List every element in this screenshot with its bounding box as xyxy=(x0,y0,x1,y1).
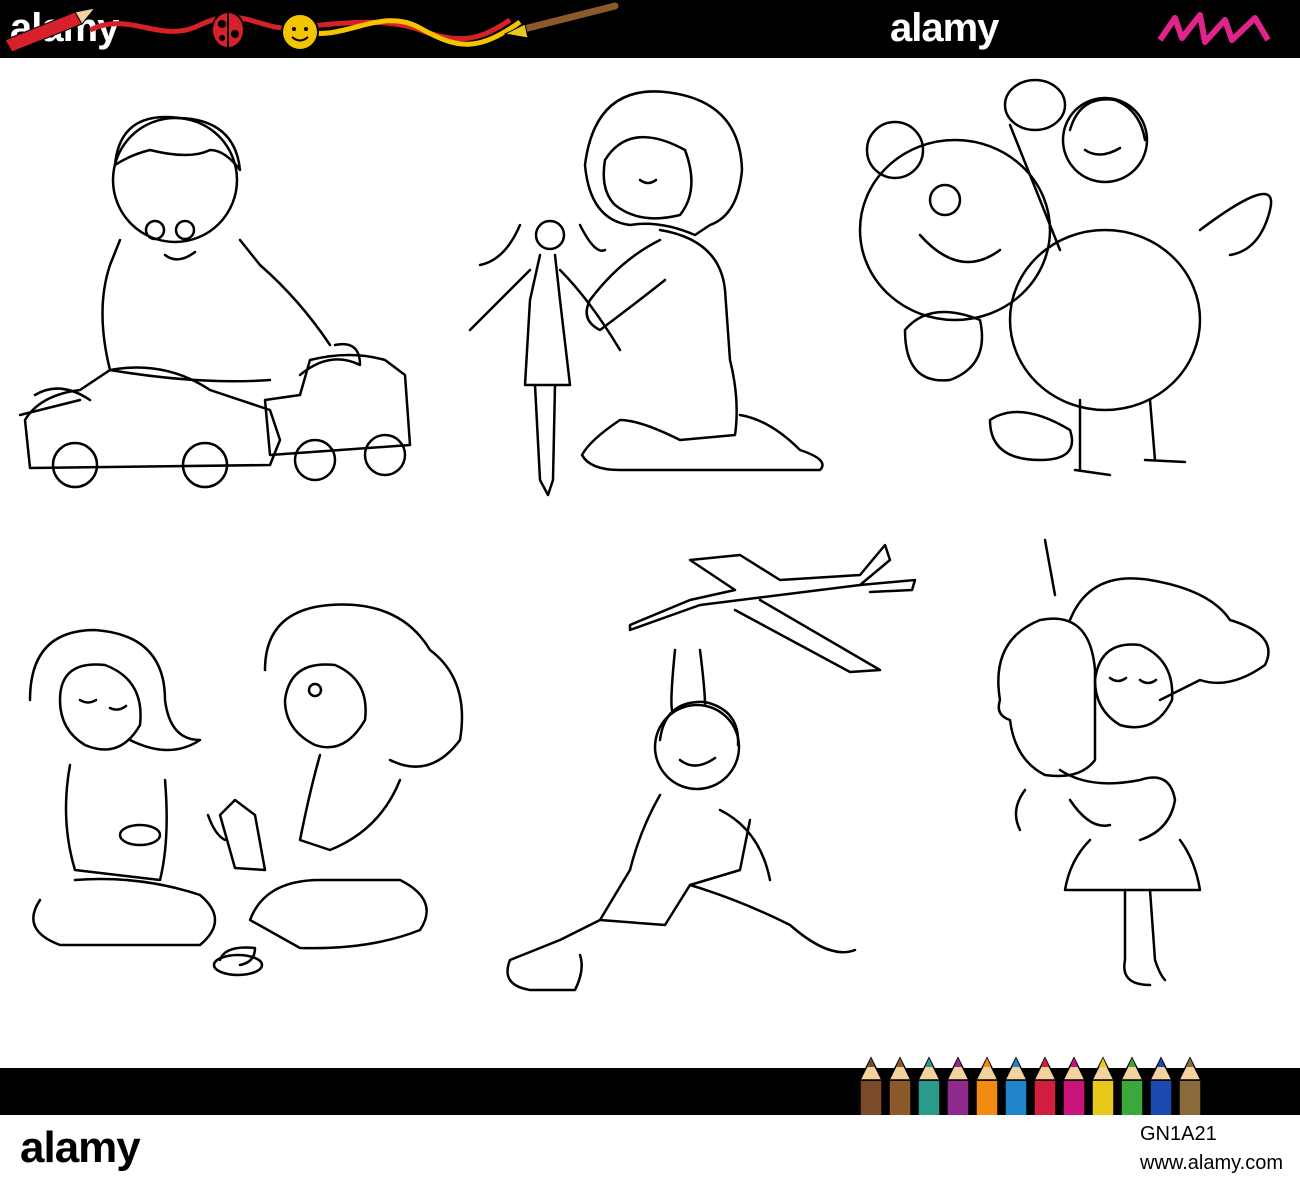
footer: alamy GN1A21 www.alamy.com xyxy=(0,1115,1300,1191)
alamy-logo: alamy xyxy=(20,1123,141,1172)
site-url: www.alamy.com xyxy=(1140,1152,1283,1174)
image-id: GN1A21 xyxy=(1140,1123,1217,1145)
colored-pencils xyxy=(858,1056,1203,1136)
